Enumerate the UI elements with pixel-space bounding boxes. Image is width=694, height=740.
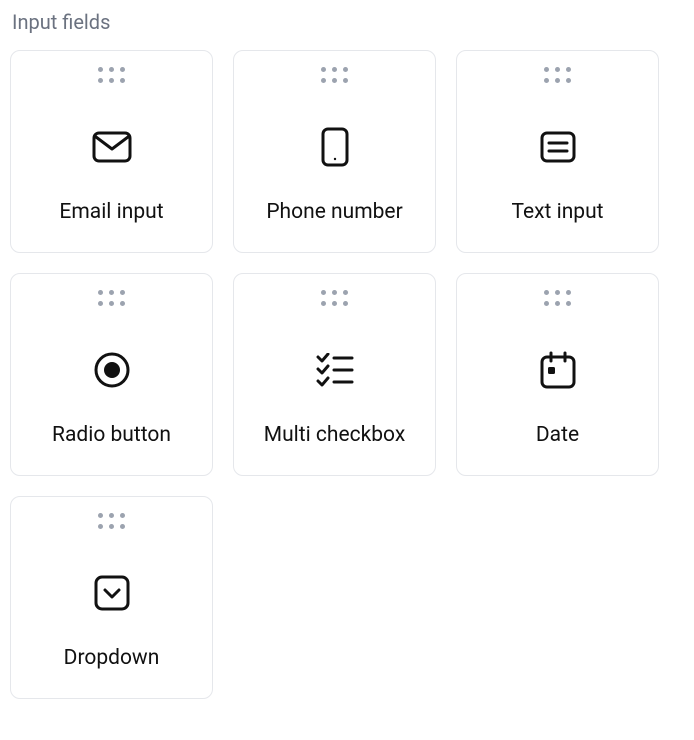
card-multi-checkbox[interactable]: Multi checkbox	[233, 273, 436, 476]
calendar-icon	[540, 317, 576, 423]
drag-handle-icon[interactable]	[544, 67, 572, 84]
card-label: Email input	[59, 200, 163, 224]
card-label: Date	[536, 423, 579, 447]
drag-handle-icon[interactable]	[321, 67, 349, 84]
card-label: Multi checkbox	[264, 423, 406, 447]
drag-handle-icon[interactable]	[98, 67, 126, 84]
card-label: Radio button	[52, 423, 171, 447]
radio-icon	[93, 317, 131, 423]
drag-handle-icon[interactable]	[544, 290, 572, 307]
section-title: Input fields	[12, 10, 684, 34]
card-text-input[interactable]: Text input	[456, 50, 659, 253]
card-radio-button[interactable]: Radio button	[10, 273, 213, 476]
input-fields-grid: Email input Phone number Text input	[10, 50, 684, 699]
card-label: Text input	[511, 200, 603, 224]
drag-handle-icon[interactable]	[98, 290, 126, 307]
checklist-icon	[316, 317, 354, 423]
drag-handle-icon[interactable]	[321, 290, 349, 307]
text-icon	[540, 94, 576, 200]
mail-icon	[92, 94, 132, 200]
dropdown-icon	[94, 540, 130, 646]
card-email-input[interactable]: Email input	[10, 50, 213, 253]
drag-handle-icon[interactable]	[98, 513, 126, 530]
phone-icon	[321, 94, 349, 200]
card-phone-number[interactable]: Phone number	[233, 50, 436, 253]
card-label: Dropdown	[64, 646, 160, 670]
card-dropdown[interactable]: Dropdown	[10, 496, 213, 699]
card-date[interactable]: Date	[456, 273, 659, 476]
card-label: Phone number	[266, 200, 402, 224]
